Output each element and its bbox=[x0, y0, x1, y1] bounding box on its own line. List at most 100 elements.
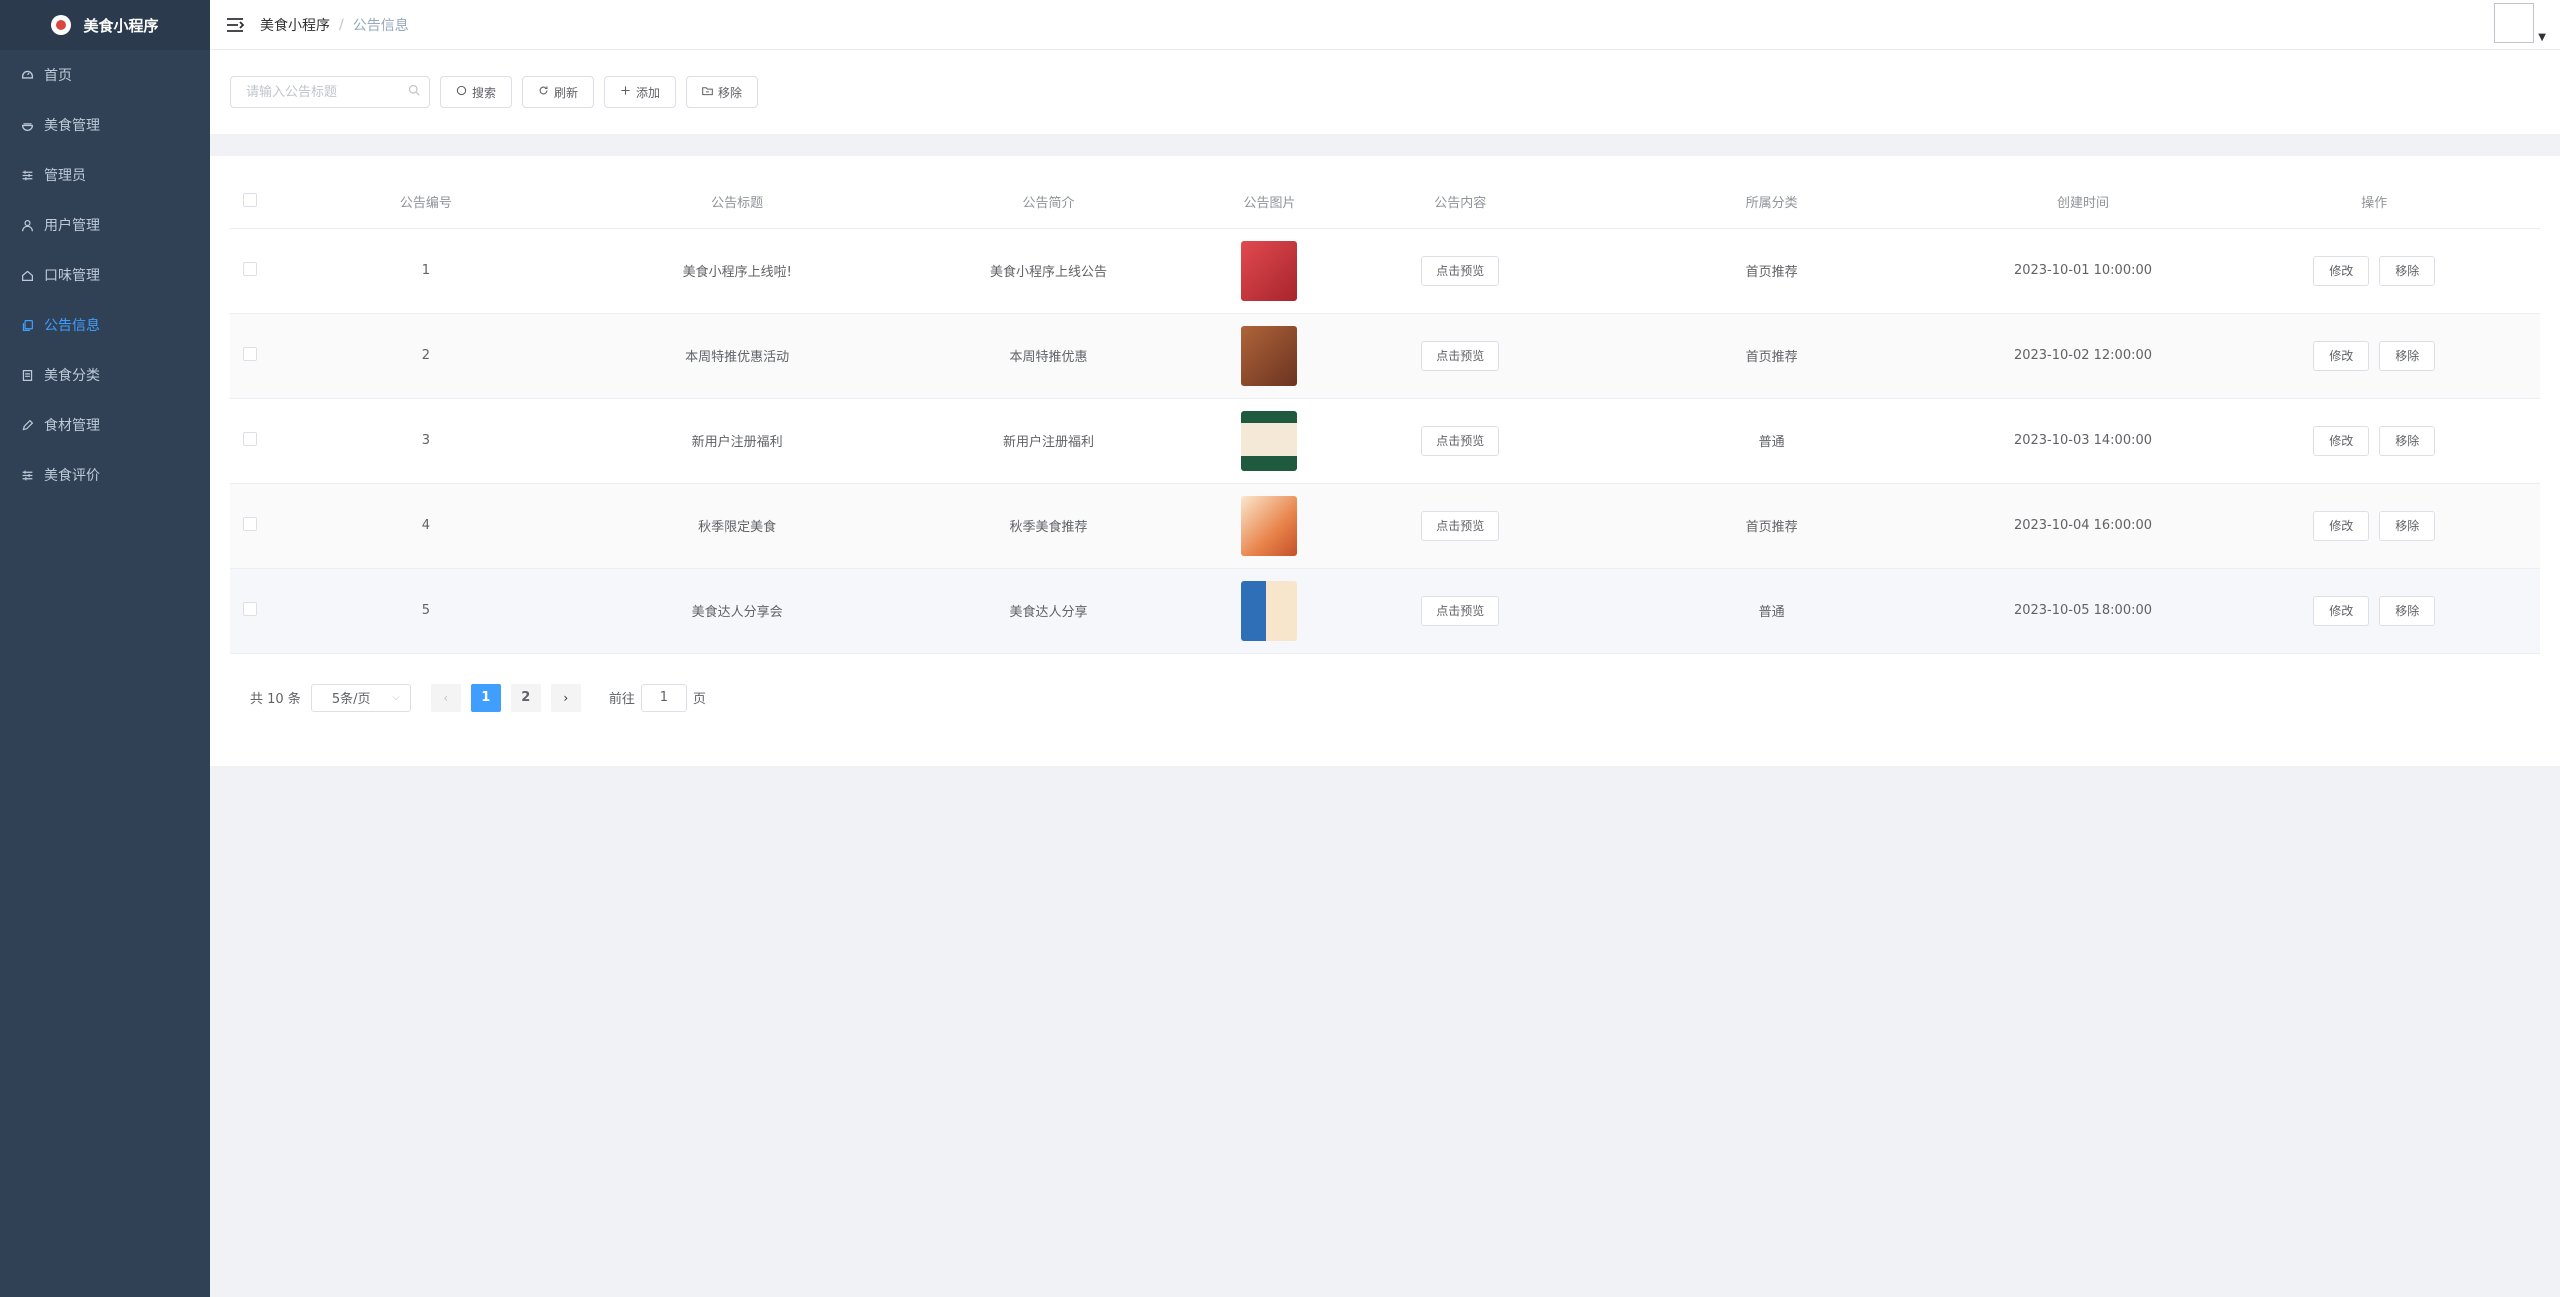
announcement-thumbnail[interactable] bbox=[1241, 495, 1298, 556]
cell-actions: 修改 移除 bbox=[2208, 568, 2540, 654]
caret-down-icon[interactable]: ▼ bbox=[2538, 32, 2546, 43]
search-icon bbox=[456, 85, 467, 99]
select-all-checkbox[interactable] bbox=[243, 192, 258, 207]
table-row[interactable]: 4 秋季限定美食 秋季美食推荐 点击预览 首页推荐 2023-10-04 16:… bbox=[230, 483, 2540, 569]
sidebar-item-users[interactable]: 用户管理 bbox=[0, 200, 210, 250]
cell-actions: 修改 移除 bbox=[2208, 483, 2540, 569]
hamburger-icon[interactable] bbox=[210, 0, 260, 50]
row-checkbox[interactable] bbox=[243, 261, 258, 276]
sidebar-item-label: 美食分类 bbox=[44, 368, 100, 384]
sidebar-item-food[interactable]: 美食管理 bbox=[0, 100, 210, 150]
edit-button[interactable]: 修改 bbox=[2313, 255, 2370, 286]
sidebar-item-label: 口味管理 bbox=[44, 268, 100, 284]
column-header[interactable]: 创建时间 bbox=[1957, 176, 2209, 229]
avatar[interactable] bbox=[2494, 3, 2535, 43]
table-row[interactable]: 3 新用户注册福利 新用户注册福利 点击预览 普通 2023-10-03 14:… bbox=[230, 398, 2540, 484]
preview-button[interactable]: 点击预览 bbox=[1421, 595, 1500, 626]
row-checkbox[interactable] bbox=[243, 516, 258, 531]
announcement-thumbnail[interactable] bbox=[1241, 580, 1298, 641]
cell-summary: 秋季美食推荐 bbox=[892, 483, 1205, 569]
prev-page-button[interactable]: ‹ bbox=[430, 683, 461, 712]
cell-title: 美食达人分享会 bbox=[581, 568, 893, 654]
sidebar-item-label: 美食评价 bbox=[44, 468, 100, 484]
delete-button[interactable]: 移除 bbox=[2379, 595, 2436, 626]
edit-button[interactable]: 修改 bbox=[2313, 510, 2370, 541]
column-header[interactable]: 公告内容 bbox=[1334, 176, 1586, 229]
sidebar-item-label: 首页 bbox=[44, 68, 72, 84]
goto-page-input[interactable] bbox=[640, 683, 687, 712]
announcement-thumbnail[interactable] bbox=[1241, 240, 1298, 301]
sidebar-item-ingredients[interactable]: 食材管理 bbox=[0, 400, 210, 450]
cell-content: 点击预览 bbox=[1334, 568, 1586, 654]
main-area: 美食小程序 / 公告信息 ▼ 搜索 刷新 bbox=[210, 0, 2560, 1297]
add-button-label: 添加 bbox=[636, 85, 661, 100]
sidebar-menu: 首页 美食管理 管理员 用户管理 口味管理 公告信息 美食分类 食材管理 美食评… bbox=[0, 50, 210, 500]
edit-button[interactable]: 修改 bbox=[2313, 595, 2370, 626]
user-icon bbox=[20, 218, 34, 232]
refresh-button[interactable]: 刷新 bbox=[522, 76, 595, 108]
table-row[interactable]: 5 美食达人分享会 美食达人分享 点击预览 普通 2023-10-05 18:0… bbox=[230, 568, 2540, 654]
copy-icon bbox=[20, 318, 34, 332]
cell-summary: 新用户注册福利 bbox=[892, 398, 1205, 484]
sidebar-item-home[interactable]: 首页 bbox=[0, 50, 210, 100]
search-button[interactable]: 搜索 bbox=[440, 76, 513, 108]
remove-button-label: 移除 bbox=[718, 85, 743, 100]
announcement-thumbnail[interactable] bbox=[1241, 410, 1298, 471]
cell-image bbox=[1204, 228, 1335, 314]
app-logo[interactable]: 美食小程序 bbox=[0, 0, 210, 50]
delete-button[interactable]: 移除 bbox=[2379, 255, 2436, 286]
user-menu[interactable]: ▼ bbox=[2494, 3, 2546, 43]
column-header[interactable]: 公告标题 bbox=[581, 176, 893, 229]
sliders-icon bbox=[20, 168, 34, 182]
sidebar: 美食小程序 首页 美食管理 管理员 用户管理 口味管理 公告信息 美食分类 食材… bbox=[0, 0, 210, 1297]
delete-button[interactable]: 移除 bbox=[2379, 425, 2436, 456]
sidebar-item-label: 用户管理 bbox=[44, 218, 100, 234]
page-number[interactable]: 1 bbox=[470, 683, 501, 712]
page-number[interactable]: 2 bbox=[510, 683, 541, 712]
announcement-thumbnail[interactable] bbox=[1241, 325, 1298, 386]
breadcrumb-separator: / bbox=[339, 16, 344, 33]
search-input[interactable] bbox=[230, 76, 430, 108]
cell-title: 新用户注册福利 bbox=[581, 398, 893, 484]
row-checkbox[interactable] bbox=[243, 431, 258, 446]
list-icon bbox=[20, 368, 34, 382]
cell-category: 首页推荐 bbox=[1585, 228, 1958, 314]
breadcrumb-home[interactable]: 美食小程序 bbox=[260, 15, 330, 35]
column-header[interactable]: 所属分类 bbox=[1585, 176, 1958, 229]
row-select-cell bbox=[230, 313, 271, 399]
column-header[interactable]: 公告简介 bbox=[892, 176, 1205, 229]
delete-button[interactable]: 移除 bbox=[2379, 510, 2436, 541]
edit-button[interactable]: 修改 bbox=[2313, 340, 2370, 371]
search-bar: 搜索 刷新 添加 移除 bbox=[210, 50, 2560, 134]
next-page-button[interactable]: › bbox=[550, 683, 581, 712]
column-header[interactable]: 公告编号 bbox=[270, 176, 582, 229]
preview-button[interactable]: 点击预览 bbox=[1421, 255, 1500, 286]
plus-icon bbox=[620, 85, 631, 99]
preview-button[interactable]: 点击预览 bbox=[1421, 425, 1500, 456]
page-size-value: 5条/页 bbox=[331, 692, 371, 707]
pagination-total: 共 10 条 bbox=[250, 692, 301, 707]
table-row[interactable]: 1 美食小程序上线啦! 美食小程序上线公告 点击预览 首页推荐 2023-10-… bbox=[230, 228, 2540, 314]
page-size-select[interactable]: 5条/页 ⌵ bbox=[310, 683, 411, 712]
sidebar-item-admin[interactable]: 管理员 bbox=[0, 150, 210, 200]
sidebar-item-category[interactable]: 美食分类 bbox=[0, 350, 210, 400]
home-icon bbox=[20, 268, 34, 282]
sidebar-item-flavor[interactable]: 口味管理 bbox=[0, 250, 210, 300]
sidebar-item-reviews[interactable]: 美食评价 bbox=[0, 450, 210, 500]
cell-summary: 美食小程序上线公告 bbox=[892, 228, 1205, 314]
breadcrumb: 美食小程序 / 公告信息 bbox=[260, 15, 409, 35]
delete-button[interactable]: 移除 bbox=[2379, 340, 2436, 371]
edit-button[interactable]: 修改 bbox=[2313, 425, 2370, 456]
cell-category: 普通 bbox=[1585, 568, 1958, 654]
add-button[interactable]: 添加 bbox=[604, 76, 677, 108]
sidebar-item-announcements[interactable]: 公告信息 bbox=[0, 300, 210, 350]
row-select-cell bbox=[230, 398, 271, 484]
remove-button[interactable]: 移除 bbox=[686, 76, 759, 108]
preview-button[interactable]: 点击预览 bbox=[1421, 340, 1500, 371]
cell-content: 点击预览 bbox=[1334, 228, 1586, 314]
column-header[interactable]: 公告图片 bbox=[1204, 176, 1335, 229]
row-checkbox[interactable] bbox=[243, 601, 258, 616]
table-row[interactable]: 2 本周特推优惠活动 本周特推优惠 点击预览 首页推荐 2023-10-02 1… bbox=[230, 313, 2540, 399]
preview-button[interactable]: 点击预览 bbox=[1421, 510, 1500, 541]
row-checkbox[interactable] bbox=[243, 346, 258, 361]
